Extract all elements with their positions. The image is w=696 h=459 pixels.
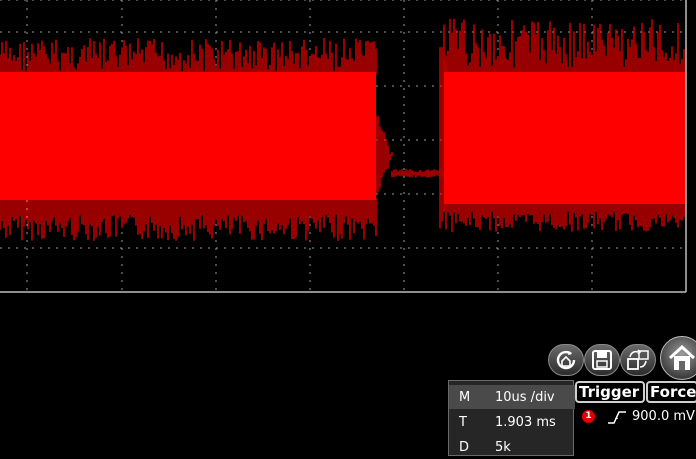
auto-scale-button[interactable] <box>548 344 584 376</box>
trigger-button[interactable]: Trigger <box>575 381 645 403</box>
time-offset-row[interactable]: T 1.903 ms <box>449 410 575 434</box>
memory-depth-row[interactable]: D 5k <box>449 435 575 459</box>
memory-depth-key: D <box>459 440 470 455</box>
home-button[interactable] <box>660 336 696 380</box>
memory-depth-value: 5k <box>495 440 511 455</box>
save-button[interactable] <box>584 344 620 376</box>
waveform-display[interactable] <box>0 0 696 300</box>
time-offset-value: 1.903 ms <box>495 415 556 430</box>
channel-1-badge: 1 <box>582 410 595 423</box>
timebase-key: M <box>459 390 471 405</box>
time-offset-key: T <box>459 415 467 430</box>
force-button[interactable]: Force <box>646 381 696 403</box>
trigger-level[interactable]: 900.0 mV <box>632 409 695 424</box>
auto-scale-icon <box>556 350 576 370</box>
timebase-row[interactable]: M 10us /div <box>449 385 575 409</box>
export-icon <box>627 349 649 370</box>
channel-1-trace <box>0 18 687 241</box>
rising-edge-icon <box>608 411 626 424</box>
timebase-panel[interactable]: M 10us /div T 1.903 ms D 5k <box>448 380 575 459</box>
export-button[interactable] <box>620 344 656 376</box>
waveform-canvas <box>0 0 687 293</box>
save-icon <box>592 350 612 370</box>
home-icon <box>668 344 696 370</box>
timebase-value: 10us /div <box>495 390 555 405</box>
trace-band <box>0 72 376 200</box>
trigger-panel: Trigger Force 1 900.0 mV <box>575 380 696 456</box>
trace-band <box>444 72 686 204</box>
toolbar <box>546 336 696 380</box>
